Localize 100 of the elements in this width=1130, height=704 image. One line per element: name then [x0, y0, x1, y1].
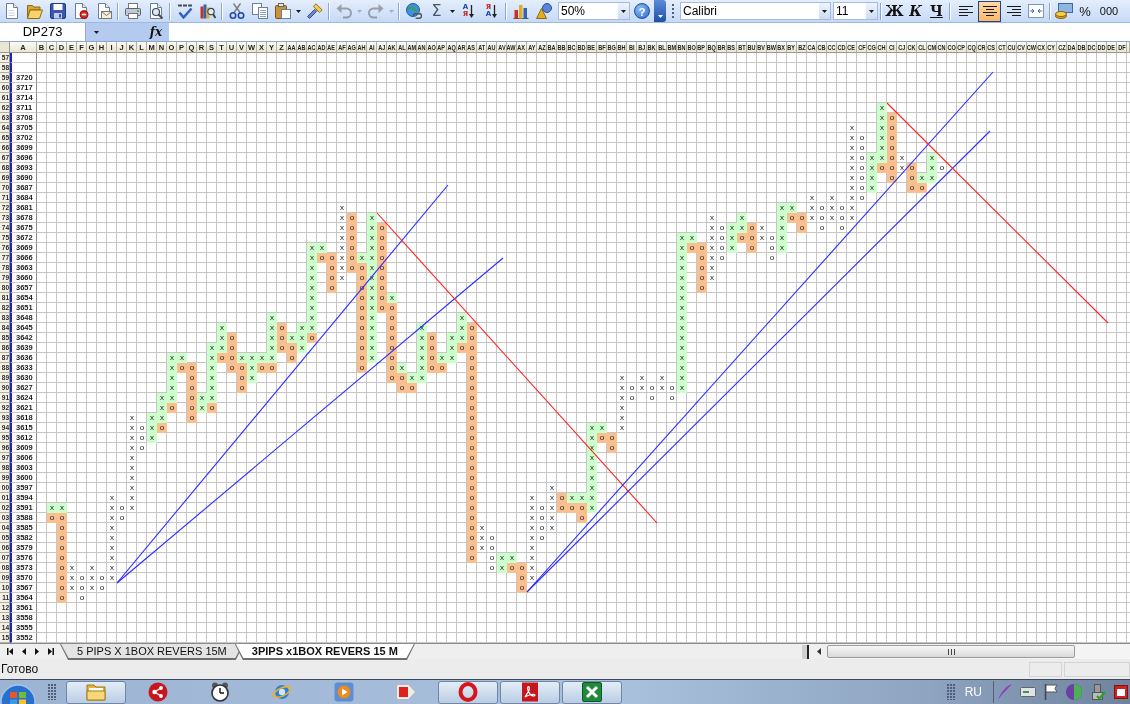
left-arrow-icon[interactable] — [816, 648, 821, 655]
shapes-icon[interactable] — [535, 3, 552, 19]
sheet-cell-text: x — [129, 493, 135, 503]
grip-icon[interactable] — [48, 684, 56, 700]
formula-field[interactable] — [169, 23, 1130, 41]
save-icon[interactable] — [49, 3, 66, 19]
cross-tile-icon[interactable] — [582, 682, 602, 702]
sheet-cell: o — [377, 293, 387, 303]
caret-icon[interactable] — [93, 30, 99, 34]
caret-icon[interactable] — [822, 9, 827, 13]
sheet-cell: o — [907, 183, 917, 193]
bold-button[interactable]: Ж — [884, 1, 905, 21]
sheet-cell: o — [467, 473, 477, 483]
sheet-cell-text: o — [768, 253, 776, 263]
toolbar-options-button[interactable] — [654, 0, 666, 22]
sheet-cell: o — [907, 163, 917, 173]
sheet-cell-text: o — [718, 243, 726, 253]
autosum-button[interactable]: Σ — [425, 0, 448, 22]
scrollbar-thumb[interactable] — [827, 645, 1075, 658]
sheet-cell-text: x — [339, 233, 345, 243]
align-left-icon[interactable] — [958, 5, 973, 17]
new-page-icon[interactable] — [3, 3, 20, 19]
sheet-cell: x — [267, 343, 277, 353]
underline-button[interactable]: Ч — [926, 1, 947, 21]
sheet-cell: o — [607, 433, 617, 443]
document-curl-icon[interactable] — [520, 682, 540, 702]
sheet-cell-text: o — [818, 223, 826, 233]
sheet-cell-text: x — [129, 463, 135, 473]
merge-cells-icon[interactable] — [1028, 4, 1044, 18]
share-icon[interactable] — [148, 682, 168, 702]
caret-icon[interactable] — [657, 15, 663, 18]
insert-function-button[interactable]: fx — [149, 23, 163, 41]
alarm-clock-icon[interactable] — [210, 682, 230, 702]
sheet-cell: o — [397, 383, 407, 393]
sheet-cell: x — [147, 423, 157, 433]
sheet-cell-text: o — [768, 233, 776, 243]
down-arrow-icon[interactable] — [469, 4, 475, 18]
printer-icon[interactable] — [124, 3, 141, 19]
caret-icon[interactable] — [296, 9, 301, 13]
bar-chart-icon[interactable] — [512, 3, 529, 19]
globe-link-icon[interactable] — [405, 3, 422, 19]
sheet-cell-text: x — [849, 203, 855, 213]
sheet-cell: x — [217, 333, 227, 343]
split-handle[interactable] — [802, 644, 809, 659]
drive-icon[interactable] — [1020, 687, 1036, 697]
sheet-cell: x — [577, 493, 587, 503]
sheet-cell-text: x — [849, 163, 855, 173]
books-magnifier-icon[interactable] — [199, 3, 216, 19]
sheet-cell-text: x — [529, 573, 535, 583]
align-right-icon[interactable] — [1006, 5, 1021, 17]
thousands-button[interactable]: 000 — [1095, 1, 1123, 21]
caret-icon[interactable] — [450, 9, 455, 13]
previous-tab-icon[interactable] — [21, 648, 26, 655]
next-tab-icon[interactable] — [34, 648, 39, 655]
folder-icon[interactable] — [26, 3, 43, 19]
plug-check-icon[interactable] — [1090, 684, 1106, 700]
clipboard-icon[interactable] — [274, 3, 291, 19]
sheet-cell: o — [357, 343, 367, 353]
column-header[interactable] — [1127, 42, 1130, 53]
last-tab-icon[interactable] — [47, 648, 54, 655]
flag-icon[interactable] — [1044, 684, 1058, 700]
page-envelope-icon[interactable] — [95, 3, 112, 19]
sheet-cell: o — [797, 223, 807, 233]
page-magnifier-icon[interactable] — [147, 3, 164, 19]
tag-icon[interactable] — [396, 682, 416, 702]
caret-icon[interactable] — [869, 9, 874, 13]
percent-button[interactable]: % — [1075, 1, 1095, 21]
sheet-cell: x — [507, 553, 517, 563]
sheet-cell-text: x — [829, 213, 835, 223]
orbit-icon[interactable] — [272, 682, 292, 702]
sheet-cell-text: o — [648, 383, 656, 393]
taskbar-button[interactable] — [562, 680, 622, 704]
sheet-tab[interactable]: 3PIPS x1BOX REVERS 15 M — [234, 644, 415, 660]
disc-icon[interactable] — [1066, 684, 1082, 700]
font-size-field[interactable]: 11 — [833, 2, 878, 20]
grip-icon[interactable] — [946, 684, 955, 700]
sheet-cell: o — [317, 253, 327, 263]
italic-button[interactable]: К — [905, 1, 926, 21]
first-tab-icon[interactable] — [6, 648, 13, 655]
align-center-icon[interactable] — [982, 5, 997, 17]
font-field[interactable]: Calibri — [680, 2, 831, 20]
brush-icon[interactable] — [306, 3, 323, 19]
checkmark-icon[interactable] — [176, 3, 193, 19]
sheet-cell: x — [367, 353, 377, 363]
copy-icon[interactable] — [251, 3, 268, 19]
caret-icon[interactable] — [621, 9, 626, 13]
sheet-cell: x — [267, 313, 277, 323]
zoom-field[interactable]: 50% — [558, 2, 630, 20]
scissors-icon[interactable] — [228, 3, 245, 19]
grip-icon[interactable] — [947, 648, 955, 655]
align-center-button[interactable] — [978, 0, 1001, 22]
coins-icon[interactable] — [1055, 3, 1073, 19]
ring-icon[interactable] — [458, 682, 478, 702]
down-arrow-icon[interactable] — [492, 4, 498, 18]
name-box[interactable]: DP273 — [0, 23, 86, 41]
folder-icon[interactable] — [86, 682, 106, 702]
play-icon[interactable] — [334, 682, 354, 702]
window-icon[interactable] — [1114, 685, 1128, 699]
page-badge-icon[interactable] — [72, 3, 89, 19]
sheet-cell-text: x — [899, 153, 905, 163]
